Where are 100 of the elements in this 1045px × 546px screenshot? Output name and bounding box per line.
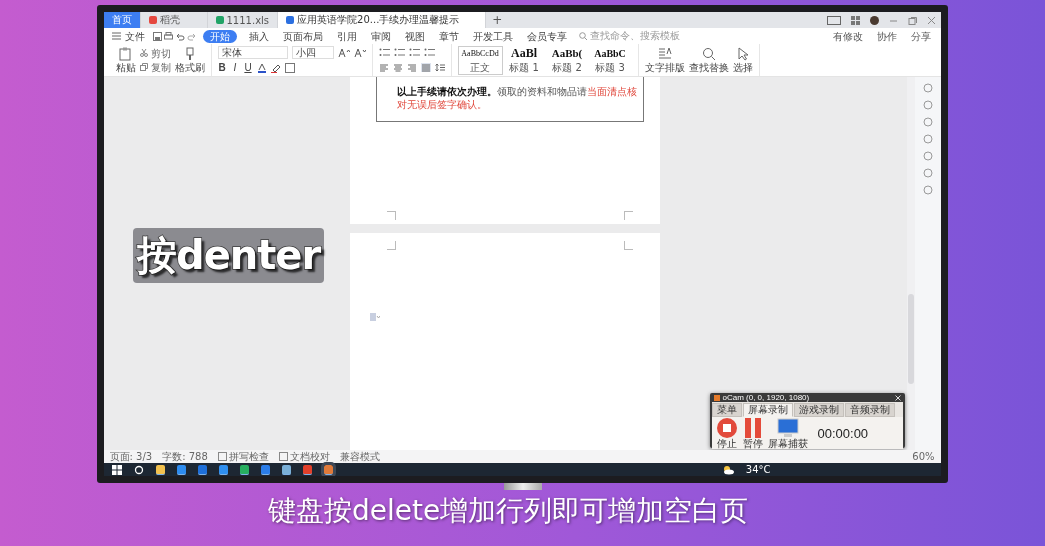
app-icon[interactable] — [197, 464, 207, 475]
ribbon-tab[interactable]: 视图 — [402, 29, 427, 43]
video-subtitle: 键盘按delete增加行列即可增加空白页 — [268, 493, 749, 529]
side-tool-icon[interactable] — [922, 134, 933, 144]
side-tool-icon[interactable] — [922, 168, 933, 178]
app-icon[interactable] — [239, 464, 249, 475]
grow-font-icon[interactable] — [337, 47, 350, 58]
status-item[interactable]: 页面: 3/3 — [109, 449, 153, 464]
recorder-tab[interactable]: 游戏录制 — [793, 403, 844, 417]
ribbon-tab[interactable]: 插入 — [246, 29, 271, 43]
copy-icon — [139, 63, 148, 71]
file-icon — [148, 16, 157, 24]
style-preset[interactable]: AaBbC 标题 3 — [588, 46, 632, 74]
format-button[interactable]: B — [217, 62, 227, 73]
cut-button[interactable]: 剪切 — [139, 46, 171, 60]
ribbon-tool-button[interactable]: 选择 — [732, 47, 753, 73]
scrollbar[interactable] — [906, 77, 915, 450]
save-icon[interactable] — [152, 31, 162, 41]
header-link[interactable]: 分享 — [908, 29, 933, 43]
timer: 00:00:00 — [817, 425, 869, 441]
recorder-action-button[interactable]: 屏幕捕获 — [767, 417, 808, 449]
print-icon[interactable] — [163, 31, 173, 41]
style-preset[interactable]: AaBb( 标题 2 — [545, 46, 589, 74]
brush-icon — [183, 47, 196, 61]
new-tab-button[interactable]: + — [486, 13, 509, 27]
ribbon-tab[interactable]: 引用 — [334, 29, 359, 43]
video-caption: 按denter — [133, 228, 325, 283]
monitor-stand — [503, 483, 542, 490]
weather-temperature: 34°C — [745, 464, 771, 475]
style-preset[interactable]: AaBl 标题 1 — [502, 46, 546, 74]
bullet-list-icon[interactable] — [378, 48, 390, 57]
grid-icon[interactable] — [850, 15, 860, 25]
app-logo-icon — [713, 394, 720, 401]
window-title: oCam (0, 0, 1920, 1080) — [722, 393, 810, 402]
ribbon-tab[interactable]: 页面布局 — [280, 29, 325, 43]
side-tool-icon[interactable] — [922, 117, 933, 127]
recorder-tab[interactable]: 屏幕录制 — [742, 403, 793, 417]
start-icon[interactable] — [111, 464, 122, 475]
ribbon-tab[interactable]: 开发工具 — [470, 29, 515, 43]
shrink-font-icon[interactable] — [353, 47, 366, 58]
zoom-level[interactable]: 60% — [912, 451, 935, 462]
app-icon[interactable] — [155, 464, 165, 475]
app-icon[interactable] — [302, 464, 312, 475]
font-family-select[interactable]: 宋体 — [217, 46, 288, 59]
status-item[interactable]: 兼容模式 — [339, 449, 380, 464]
copy-button[interactable]: 复制 — [139, 60, 171, 74]
file-menu[interactable]: 文件 — [122, 29, 147, 43]
border-icon[interactable] — [284, 62, 295, 73]
side-tool-icon[interactable] — [922, 100, 933, 110]
document-tab[interactable]: 应用英语学院20...手续办理温馨提示 — [278, 12, 487, 28]
ribbon-tab[interactable]: 开始 — [202, 29, 237, 43]
monitor-icon — [776, 417, 799, 439]
side-tool-icon[interactable] — [922, 83, 933, 93]
app-icon[interactable] — [260, 464, 270, 475]
ribbon-tab[interactable]: 审阅 — [368, 29, 393, 43]
status-item[interactable]: 文档校对 — [278, 449, 330, 464]
header-link[interactable]: 有修改 — [830, 29, 865, 43]
restore-icon[interactable] — [907, 15, 917, 25]
header-link[interactable]: 协作 — [874, 29, 899, 43]
file-icon — [215, 16, 224, 24]
search-icon[interactable] — [133, 464, 144, 475]
recorder-tab[interactable]: 菜单 — [711, 403, 742, 417]
document-tab[interactable]: 首页 — [103, 12, 141, 28]
line-spacing-icon[interactable] — [434, 63, 445, 72]
status-item[interactable]: 字数: 788 — [162, 449, 208, 464]
app-icon[interactable] — [323, 464, 333, 475]
recorder-action-button[interactable]: 暂停 — [741, 417, 764, 449]
search-icon — [578, 32, 587, 40]
ribbon-tool-button[interactable]: 文字排版 — [644, 47, 685, 73]
justify-icon[interactable] — [420, 63, 431, 72]
format-painter-button[interactable]: 格式刷 — [174, 47, 205, 73]
paragraph-mark-icon — [370, 313, 380, 321]
stop-icon — [715, 417, 738, 439]
weather-icon — [721, 464, 734, 475]
undo-icon[interactable] — [174, 31, 185, 41]
format-button[interactable]: I — [230, 62, 240, 73]
app-icon[interactable] — [176, 464, 186, 475]
cursor-icon — [735, 47, 750, 61]
side-tool-icon[interactable] — [922, 185, 933, 195]
layout-icon — [826, 15, 841, 25]
status-item[interactable]: 拼写检查 — [217, 449, 269, 464]
format-button[interactable]: U — [243, 62, 253, 73]
ribbon-tool-button[interactable]: 查找替换 — [688, 47, 729, 73]
app-icon[interactable] — [281, 464, 291, 475]
style-preset[interactable]: AaBbCcDd 正文 — [457, 45, 503, 75]
avatar[interactable] — [869, 15, 879, 25]
app-icon[interactable] — [218, 464, 228, 475]
scissors-icon — [139, 49, 148, 57]
side-tool-icon[interactable] — [922, 151, 933, 161]
ribbon-tab[interactable]: 会员专享 — [524, 29, 569, 43]
recorder-action-button[interactable]: 停止 — [715, 417, 738, 449]
document-tab[interactable]: 稻壳 — [140, 12, 208, 28]
recorder-tab[interactable]: 音频录制 — [844, 403, 895, 417]
font-color-icon[interactable] — [256, 62, 267, 73]
text-layout-icon — [657, 47, 672, 61]
file-icon — [286, 16, 295, 24]
font-size-select[interactable]: 小四 — [291, 46, 334, 59]
paste-button[interactable]: 粘贴 — [115, 47, 136, 73]
ribbon-tab[interactable]: 章节 — [436, 29, 461, 43]
highlight-icon[interactable] — [270, 62, 281, 73]
